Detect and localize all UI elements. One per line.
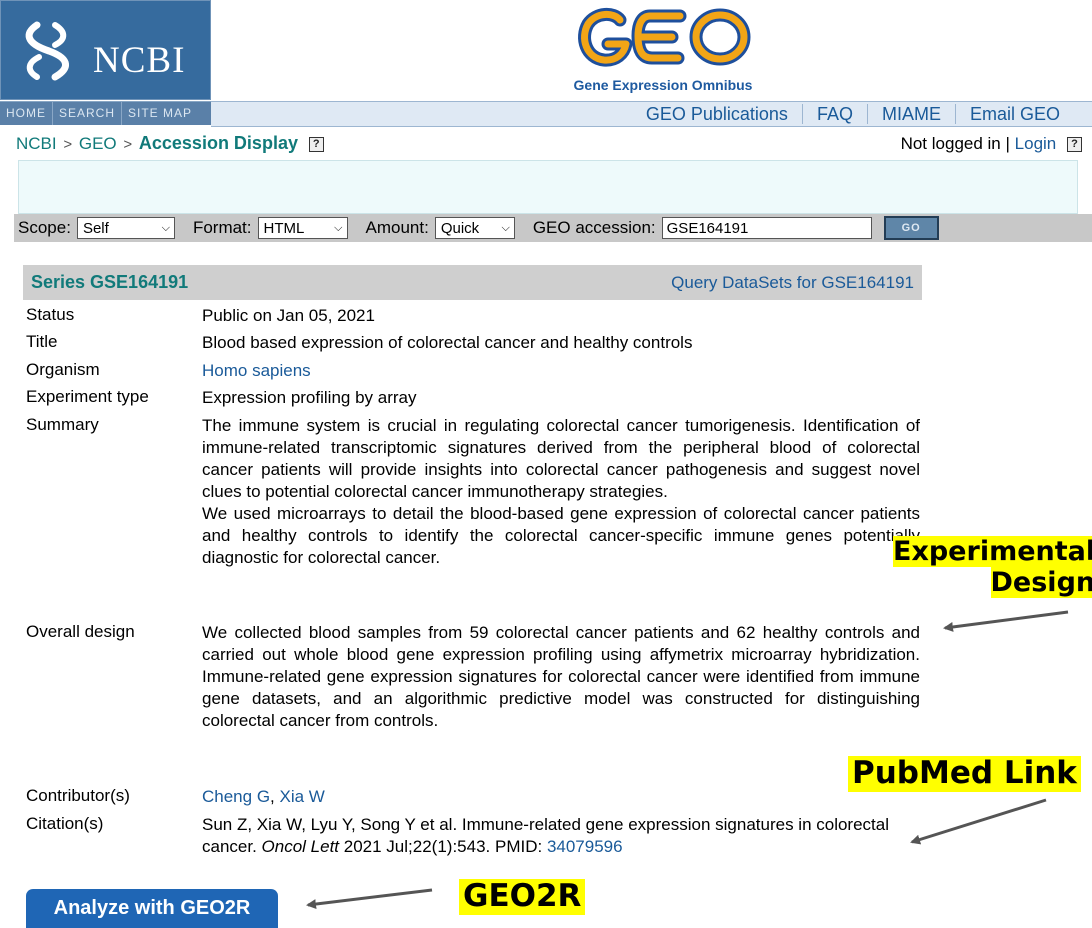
arrow-pubmed [910,798,1047,845]
arrow-design [943,610,1069,632]
arrow-geo2r [306,888,433,910]
annotation-arrows [306,610,1069,910]
